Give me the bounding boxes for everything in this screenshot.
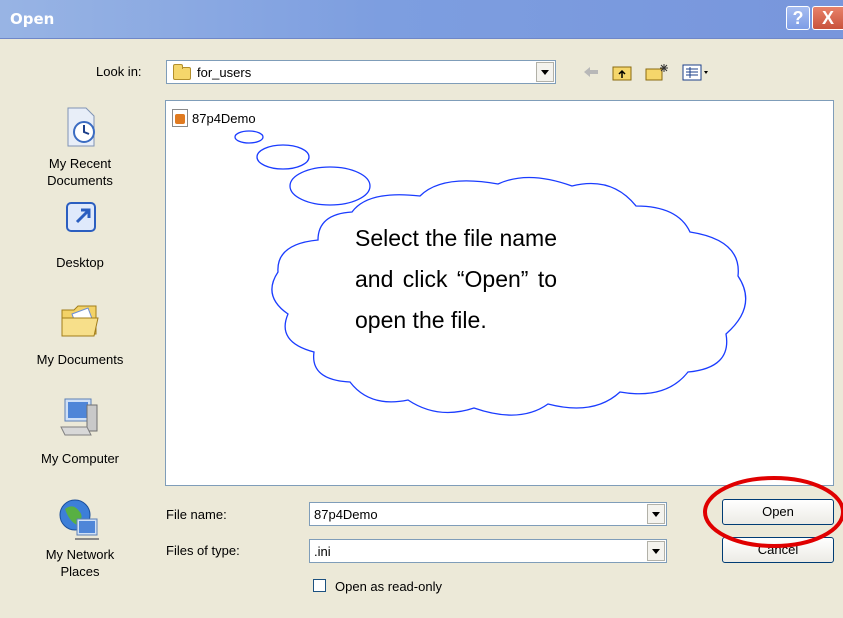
filetype-label: Files of type: xyxy=(166,543,240,558)
place-label-recent: My Recent Documents xyxy=(47,156,113,188)
place-my-computer[interactable]: My Computer xyxy=(0,395,160,467)
filename-label: File name: xyxy=(166,507,227,522)
up-folder-button[interactable] xyxy=(610,62,634,82)
filename-input[interactable]: 87p4Demo xyxy=(309,502,667,526)
lookin-value: for_users xyxy=(197,65,252,80)
list-item[interactable]: 87p4Demo xyxy=(172,109,256,127)
filename-dropdown-icon[interactable] xyxy=(647,504,665,524)
cancel-button[interactable]: Cancel xyxy=(722,537,834,563)
title-bar: Open ? X xyxy=(0,0,843,39)
readonly-checkbox[interactable] xyxy=(313,579,326,592)
desktop-icon xyxy=(66,202,96,232)
file-name: 87p4Demo xyxy=(192,110,256,126)
place-network[interactable]: My Network Places xyxy=(0,495,160,580)
chevron-down-icon[interactable] xyxy=(536,62,554,82)
place-desktop[interactable]: Desktop xyxy=(0,200,160,271)
callout-line-2: and click “Open” to xyxy=(355,266,558,292)
lookin-label: Look in: xyxy=(96,64,142,79)
help-button[interactable]: ? xyxy=(786,6,810,30)
open-button[interactable]: Open xyxy=(722,499,834,525)
window-title: Open xyxy=(10,10,55,28)
help-icon: ? xyxy=(792,8,804,28)
file-icon xyxy=(172,109,188,127)
my-documents-icon xyxy=(61,305,99,337)
place-recent-documents[interactable]: My Recent Documents xyxy=(0,104,160,189)
network-places-icon xyxy=(59,499,99,540)
callout-line-1: Select the file name xyxy=(355,225,558,251)
back-button[interactable] xyxy=(580,62,602,82)
new-folder-button[interactable] xyxy=(644,62,670,82)
view-menu-icon xyxy=(682,64,708,81)
my-computer-icon xyxy=(60,398,98,436)
place-my-documents[interactable]: My Documents xyxy=(0,298,160,368)
new-folder-icon xyxy=(645,64,668,81)
place-label-my-computer: My Computer xyxy=(40,451,120,466)
up-folder-icon xyxy=(612,66,632,81)
filetype-dropdown[interactable]: .ini xyxy=(309,539,667,563)
place-label-network: My Network Places xyxy=(45,547,115,579)
recent-documents-icon xyxy=(67,107,95,147)
view-menu-button[interactable] xyxy=(680,62,712,82)
back-arrow-icon xyxy=(584,67,598,77)
place-label-my-documents: My Documents xyxy=(36,352,124,367)
callout-text: Select the file name and click “Open” to… xyxy=(355,218,655,341)
lookin-dropdown[interactable]: for_users xyxy=(166,60,556,84)
filetype-chevron-icon[interactable] xyxy=(647,541,665,561)
place-label-desktop: Desktop xyxy=(56,255,104,270)
readonly-label[interactable]: Open as read-only xyxy=(335,579,442,594)
callout-line-3: open the file. xyxy=(355,307,487,333)
folder-icon xyxy=(173,64,191,80)
filename-value: 87p4Demo xyxy=(314,507,378,522)
close-icon: X xyxy=(821,8,834,28)
close-button[interactable]: X xyxy=(812,6,843,30)
filetype-value: .ini xyxy=(314,544,331,559)
